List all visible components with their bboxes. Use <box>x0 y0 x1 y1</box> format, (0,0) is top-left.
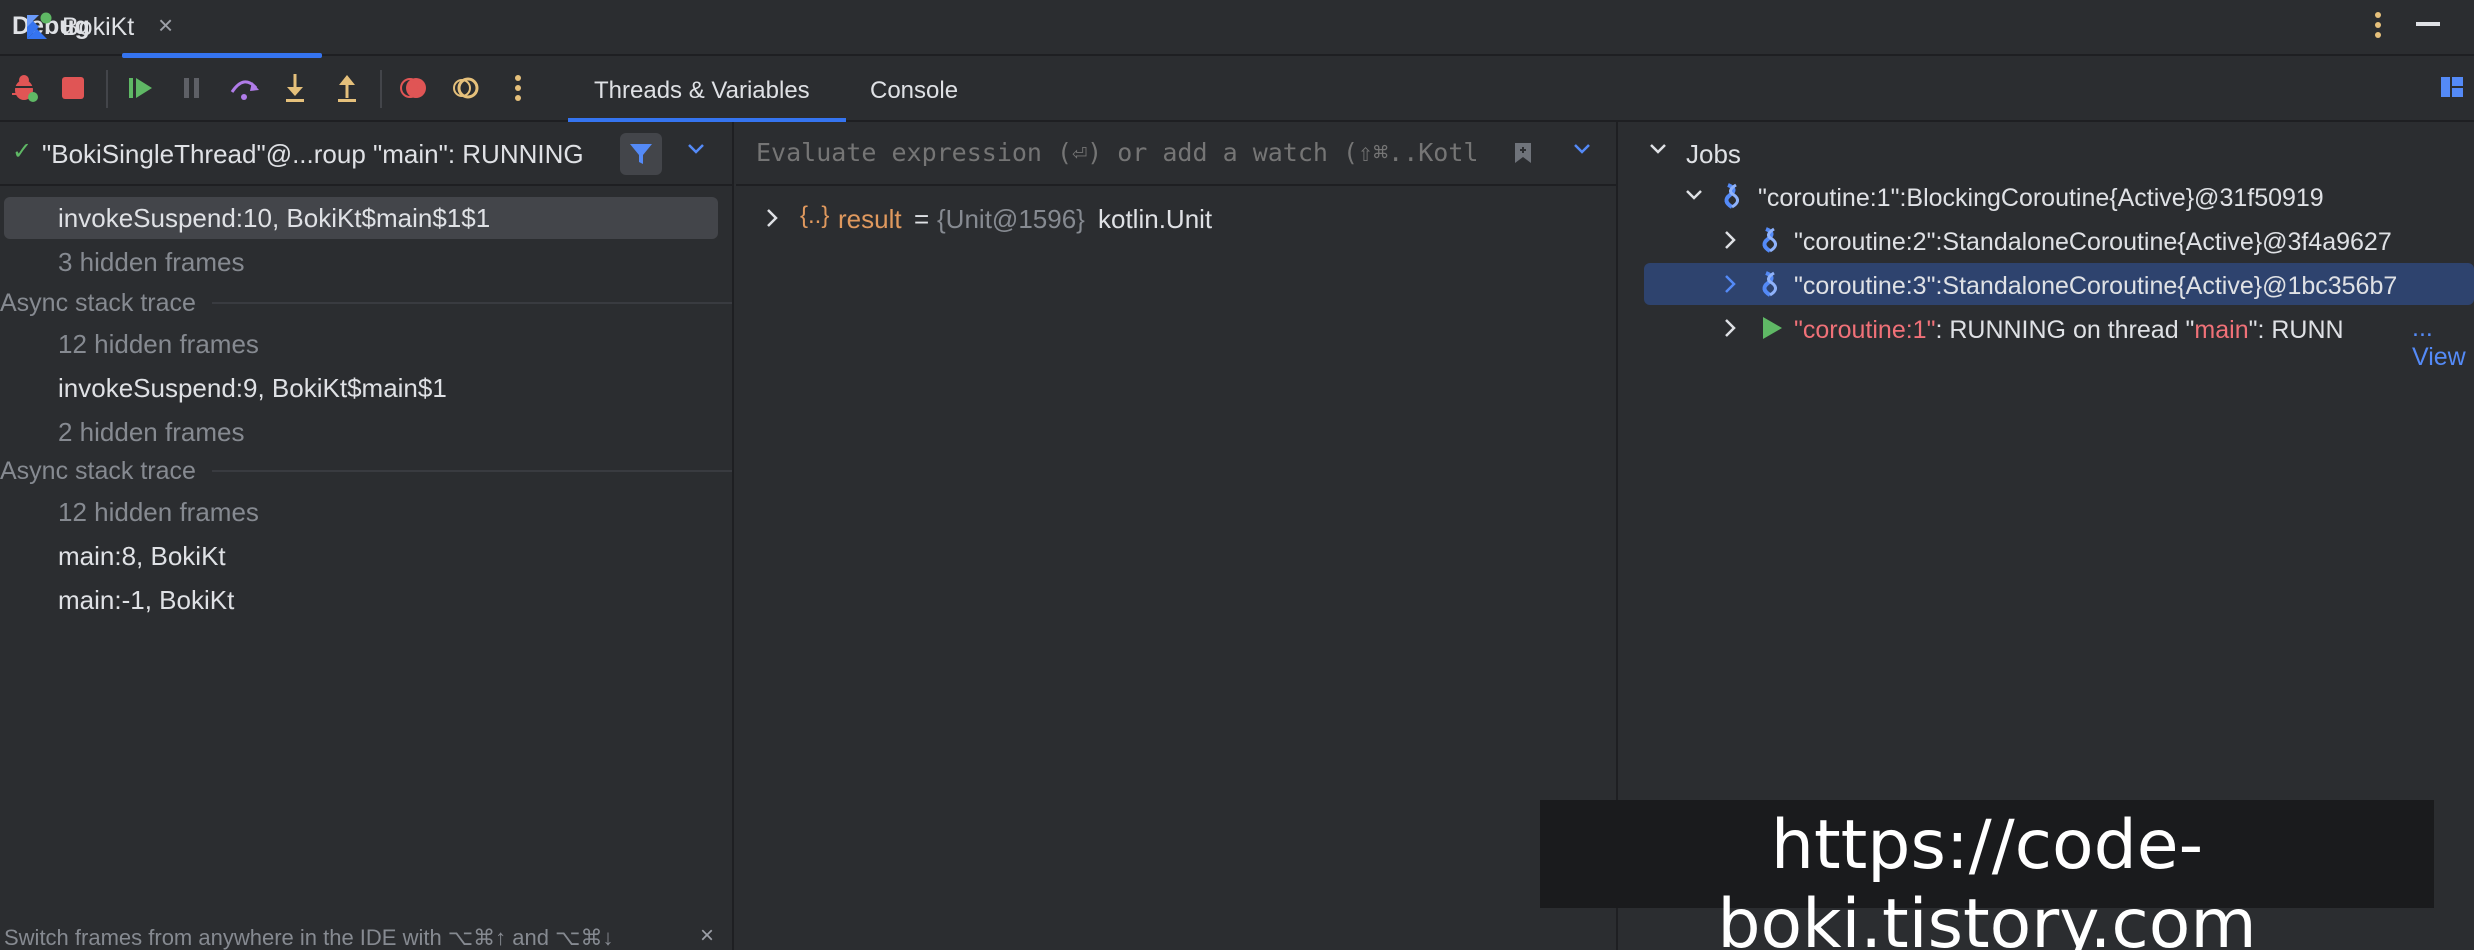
pause-icon[interactable] <box>176 72 208 104</box>
chevron-down-icon[interactable] <box>686 142 706 156</box>
tab-label: BokiKt <box>62 13 135 41</box>
mute-breakpoints-icon[interactable] <box>450 72 482 104</box>
thread-status-tail: ": RUNN <box>2248 316 2344 344</box>
running-thread-icon <box>1763 317 1782 339</box>
rerun-debug-icon[interactable] <box>8 72 40 104</box>
stop-square <box>62 77 84 99</box>
async-stack-trace-label: Async stack trace <box>0 457 196 485</box>
view-link[interactable]: ... View <box>2410 314 2474 372</box>
close-hint-icon[interactable]: × <box>700 922 714 950</box>
thread-status: : RUNNING on thread " <box>1935 316 2195 344</box>
coroutine-icon <box>1762 271 1777 297</box>
frame-item[interactable]: invokeSuspend:9, BokiKt$main$1 <box>58 373 447 404</box>
toolbar-separator <box>380 70 382 108</box>
chevron-right-icon[interactable] <box>764 206 780 230</box>
coroutine-icon <box>1724 183 1739 209</box>
frame-item[interactable]: main:8, BokiKt <box>58 541 226 572</box>
job-row[interactable]: "coroutine:3":StandaloneCoroutine{Active… <box>1794 272 2397 301</box>
chevron-down-icon[interactable] <box>1572 142 1592 156</box>
minimize-icon[interactable] <box>2416 22 2440 26</box>
job-row[interactable]: "coroutine:1":BlockingCoroutine{Active}@… <box>1758 184 2324 213</box>
check-icon: ✓ <box>12 138 33 165</box>
chevron-right-icon[interactable] <box>1722 228 1738 252</box>
stop-icon[interactable] <box>57 72 89 104</box>
toolbar-separator <box>106 70 108 108</box>
chevron-down-icon[interactable] <box>1684 188 1704 202</box>
step-into-icon[interactable] <box>279 72 311 104</box>
tab-console[interactable]: Console <box>870 77 958 105</box>
variables-panel <box>736 122 1618 950</box>
variable-reference: {Unit@1596} <box>937 204 1085 234</box>
object-icon: {..} <box>800 202 830 229</box>
frame-item[interactable]: main:-1, BokiKt <box>58 585 234 616</box>
job-row[interactable]: "coroutine:2":StandaloneCoroutine{Active… <box>1794 228 2392 257</box>
jobs-title: Jobs <box>1686 139 1741 169</box>
step-over-icon[interactable] <box>228 72 260 104</box>
divider <box>212 302 732 304</box>
resume-icon[interactable] <box>124 72 156 104</box>
variable-name[interactable]: result <box>838 204 902 235</box>
chevron-down-icon[interactable] <box>1648 142 1668 156</box>
coroutine-name: "coroutine:1" <box>1794 316 1936 344</box>
hidden-frames-item[interactable]: 3 hidden frames <box>58 247 244 278</box>
evaluate-expression-input[interactable] <box>756 138 1476 167</box>
more-actions-icon[interactable] <box>502 72 534 104</box>
step-out-icon[interactable] <box>331 72 363 104</box>
title-bar <box>0 0 2474 56</box>
hidden-frames-item[interactable]: 12 hidden frames <box>58 497 259 528</box>
variable-value: kotlin.Unit <box>1098 204 1213 234</box>
thread-name: main <box>2194 316 2249 344</box>
hidden-frames-item[interactable]: 2 hidden frames <box>58 417 244 448</box>
coroutine-icon <box>1762 227 1777 253</box>
frame-item[interactable]: invokeSuspend:10, BokiKt$main$1$1 <box>58 203 490 234</box>
variable-equals: = <box>914 204 930 234</box>
debug-toolbar <box>0 58 2474 122</box>
watermark-url: https://code-boki.tistory.com <box>1717 806 2257 950</box>
tab-bokikt[interactable] <box>122 0 322 58</box>
tab-threads-variables-label: Threads & Variables <box>594 77 810 104</box>
layout-settings-icon[interactable] <box>2440 76 2464 98</box>
divider <box>212 470 732 472</box>
async-stack-trace-label: Async stack trace <box>0 289 196 317</box>
chevron-right-icon[interactable] <box>1722 272 1738 296</box>
thread-name[interactable]: "BokiSingleThread"@...roup "main": RUNNI… <box>42 139 584 170</box>
hidden-frames-item[interactable]: 12 hidden frames <box>58 329 259 360</box>
chevron-right-icon[interactable] <box>1722 316 1738 340</box>
filter-icon <box>630 144 652 164</box>
more-options-icon[interactable] <box>2366 8 2390 42</box>
running-thread-row[interactable]: "coroutine:1": RUNNING on thread "main":… <box>1794 316 2344 345</box>
kotlin-run-config-icon <box>27 12 52 39</box>
filter-button[interactable] <box>620 133 662 175</box>
switch-frames-hint: Switch frames from anywhere in the IDE w… <box>4 925 614 950</box>
tab-close-icon[interactable]: × <box>158 10 173 41</box>
view-breakpoints-icon[interactable] <box>398 72 430 104</box>
add-watch-icon[interactable] <box>1512 141 1534 165</box>
